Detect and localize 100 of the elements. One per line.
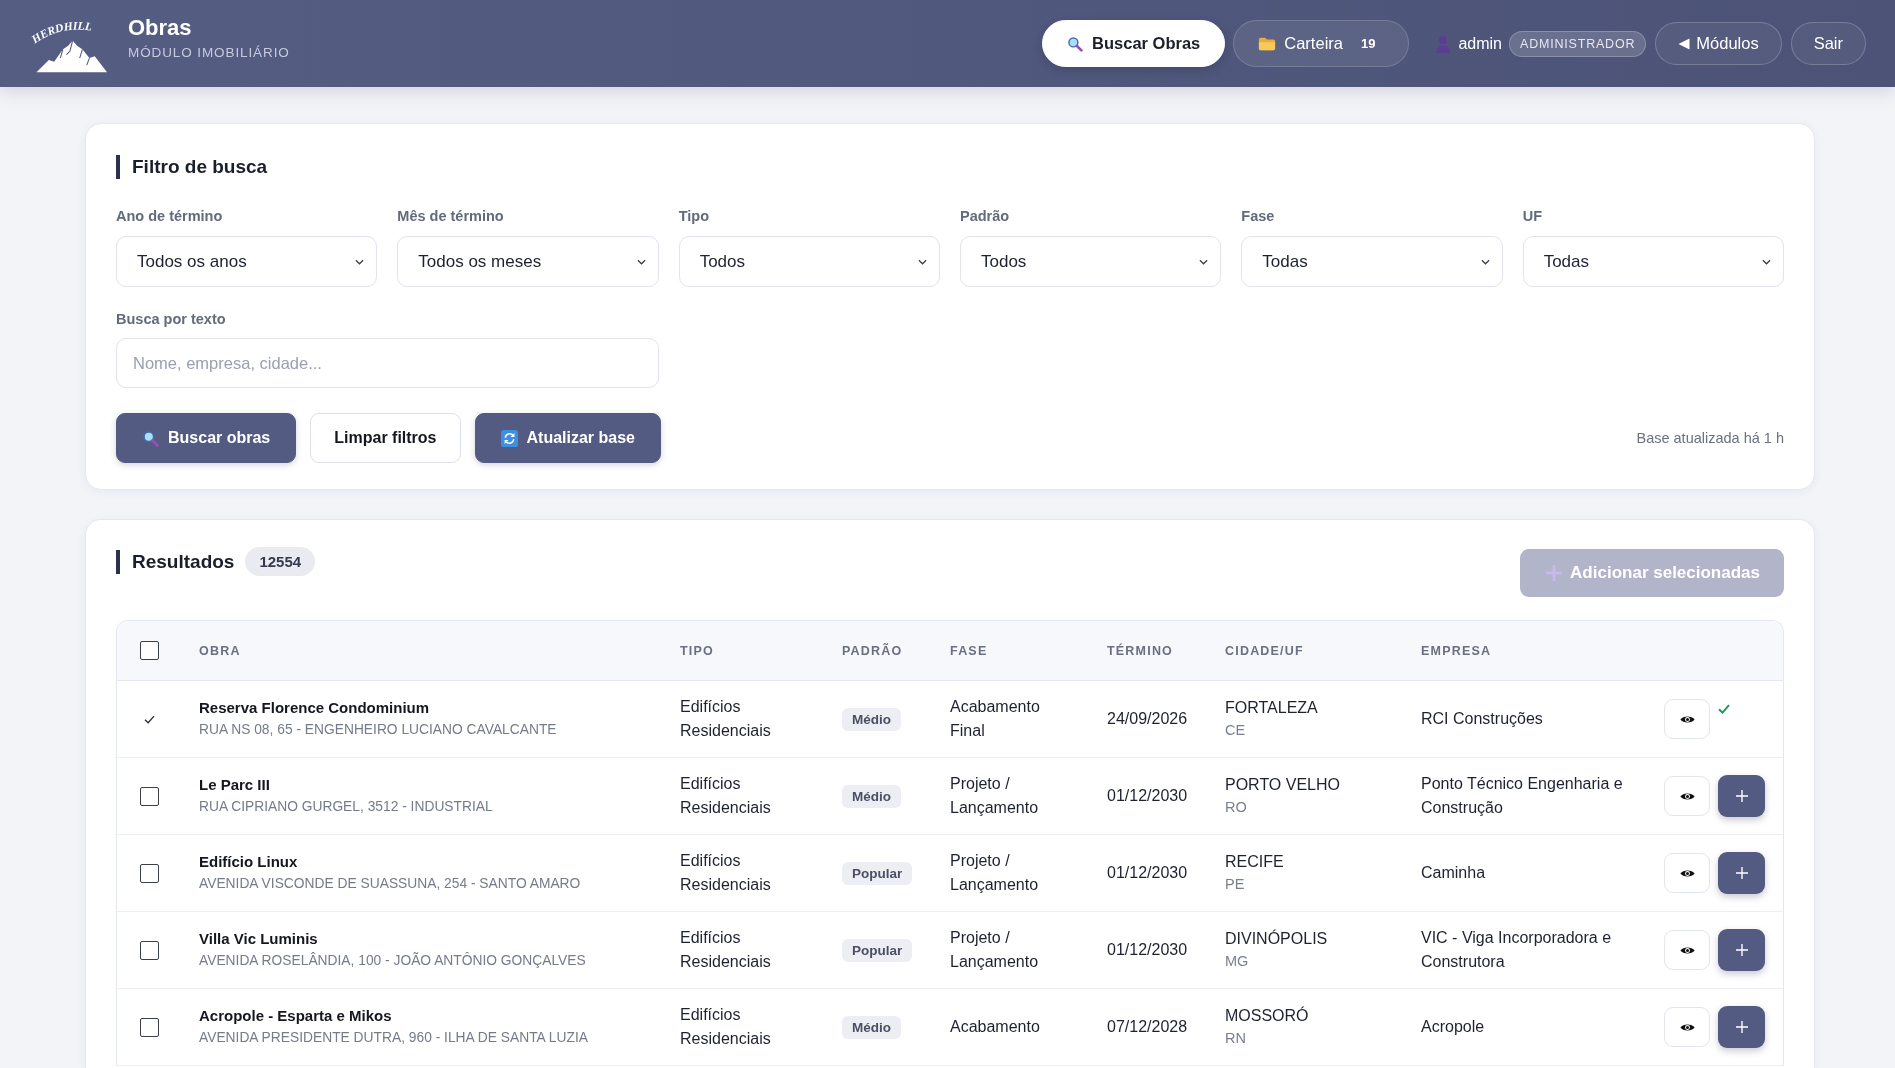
- eye-icon: [1679, 791, 1695, 801]
- table-cell: Projeto / Lançamento: [934, 834, 1091, 912]
- obra-name: Reserva Florence Condominium: [199, 698, 431, 718]
- city-name: PORTO VELHO: [1225, 775, 1341, 795]
- section-title: Filtro de busca: [116, 155, 268, 179]
- chevron-down-icon: [1762, 258, 1771, 265]
- column-header: EMPRESA: [1405, 621, 1644, 681]
- select-field[interactable]: Todos os anos: [116, 236, 378, 287]
- count-badge: 12554: [245, 547, 316, 576]
- view-button[interactable]: [1664, 699, 1710, 739]
- obra-name: Villa Vic Luminis: [199, 929, 319, 949]
- left-triangle-icon: [1678, 37, 1691, 50]
- table-cell: Acropole: [1405, 988, 1644, 1066]
- refresh-icon: [500, 429, 518, 447]
- state-code: PE: [1225, 875, 1246, 894]
- chevron-down-icon: [1199, 258, 1209, 265]
- select-field[interactable]: Todos: [960, 236, 1222, 287]
- field-label: UF: [1522, 207, 1542, 225]
- search-tab[interactable]: Buscar Obras: [1042, 20, 1226, 67]
- table-cell: 01/12/2030: [1091, 911, 1209, 989]
- obra-address: AVENIDA VISCONDE DE SUASSUNA, 254 - SANTO AMARO: [199, 875, 582, 893]
- logout-button[interactable]: Sair: [1790, 22, 1866, 65]
- view-button[interactable]: [1664, 930, 1710, 970]
- modules-button[interactable]: Módulos: [1655, 22, 1782, 65]
- column-header: FASE: [934, 621, 1091, 681]
- checkbox[interactable]: [140, 641, 159, 660]
- table-cell: Caminha: [1405, 834, 1644, 912]
- obra-name: Acropole - Esparta e Mikos: [199, 1006, 393, 1026]
- add-button[interactable]: [1718, 775, 1765, 817]
- obra-address: AVENIDA PRESIDENTE DUTRA, 960 - ILHA DE SANTA LUZIA: [199, 1029, 589, 1047]
- folder-icon: [1258, 35, 1277, 52]
- table-cell: 07/12/2028: [1091, 988, 1209, 1066]
- field-label: Padrão: [960, 207, 1010, 225]
- eye-icon: [1679, 714, 1695, 724]
- view-button[interactable]: [1664, 1007, 1710, 1047]
- add-button[interactable]: [1718, 852, 1765, 894]
- chevron-down-icon: [355, 258, 365, 265]
- user-name: admin: [1458, 34, 1502, 53]
- field-label: Busca por texto: [116, 310, 226, 328]
- select-field[interactable]: Todos: [678, 236, 940, 287]
- refresh-button[interactable]: Atualizar base: [474, 413, 661, 463]
- checkbox[interactable]: [140, 863, 159, 883]
- field-label: Ano de término: [116, 207, 223, 225]
- column-header: TÉRMINO: [1091, 621, 1209, 681]
- table-cell: Edifícios Residenciais: [664, 988, 826, 1066]
- checkbox[interactable]: [140, 940, 159, 960]
- chevron-down-icon: [636, 258, 646, 265]
- obra-address: AVENIDA ROSELÂNDIA, 100 - JOÃO ANTÔNIO GONÇALVES: [199, 951, 587, 970]
- table-cell: 24/09/2026: [1091, 680, 1209, 758]
- standard-badge: Médio: [842, 707, 901, 731]
- add-button[interactable]: [1718, 929, 1765, 971]
- text-search-field[interactable]: Nome, empresa, cidade...: [116, 338, 659, 388]
- standard-badge: Popular: [842, 938, 913, 962]
- view-button[interactable]: [1664, 776, 1710, 816]
- table-cell: Acabamento: [934, 988, 1091, 1066]
- table-cell: 01/12/2030: [1091, 757, 1209, 835]
- chevron-down-icon: [1480, 258, 1490, 265]
- table-cell: Projeto / Lançamento: [934, 911, 1091, 989]
- city-name: DIVINÓPOLIS: [1225, 928, 1329, 949]
- table-cell: Acabamento Final: [934, 680, 1091, 758]
- table-cell: 01/12/2030: [1091, 834, 1209, 912]
- plus-icon: [1735, 790, 1748, 802]
- state-code: RO: [1225, 798, 1248, 817]
- plus-icon: [1735, 1021, 1748, 1033]
- obra-address: RUA CIPRIANO GURGEL, 3512 - INDUSTRIAL: [199, 798, 494, 816]
- checkbox[interactable]: [140, 1017, 159, 1037]
- search-icon: [1066, 35, 1085, 52]
- clear-filters-button[interactable]: Limpar filtros: [310, 413, 461, 463]
- state-code: CE: [1225, 721, 1247, 740]
- eye-icon: [1679, 1022, 1695, 1032]
- select-field[interactable]: Todas: [1522, 236, 1784, 287]
- field-label: Tipo: [678, 207, 709, 225]
- search-button[interactable]: Buscar obras: [116, 413, 297, 463]
- role-badge: ADMINISTRADOR: [1509, 30, 1647, 57]
- table-cell: Projeto / Lançamento: [934, 757, 1091, 835]
- column-header: CIDADE/UF: [1209, 621, 1405, 681]
- table-cell: Edifícios Residenciais: [664, 680, 826, 758]
- city-name: FORTALEZA: [1225, 698, 1319, 718]
- obra-name: Le Parc III: [199, 775, 271, 795]
- state-code: MG: [1225, 952, 1250, 971]
- chevron-down-icon: [918, 258, 927, 265]
- portfolio-tab[interactable]: Carteira 19: [1233, 20, 1410, 67]
- select-field[interactable]: Todas: [1241, 236, 1503, 287]
- checkbox[interactable]: [140, 786, 159, 806]
- city-name: RECIFE: [1225, 852, 1285, 872]
- user-icon: [1435, 34, 1452, 53]
- column-header: OBRA: [183, 621, 664, 681]
- field-label: Fase: [1241, 207, 1275, 225]
- update-status: Base atualizada há 1 h: [1636, 430, 1784, 446]
- standard-badge: Popular: [842, 861, 913, 885]
- table-cell: Edifícios Residenciais: [664, 757, 826, 835]
- section-title: Resultados: [116, 549, 235, 574]
- plus-icon: [1735, 944, 1748, 956]
- state-code: RN: [1225, 1029, 1247, 1048]
- obra-name: Edifício Linux: [199, 852, 299, 872]
- select-field[interactable]: Todos os meses: [397, 236, 659, 287]
- field-label: Mês de término: [397, 207, 504, 225]
- view-button[interactable]: [1664, 853, 1710, 893]
- add-button[interactable]: [1718, 1006, 1765, 1048]
- plus-icon: [1735, 867, 1748, 879]
